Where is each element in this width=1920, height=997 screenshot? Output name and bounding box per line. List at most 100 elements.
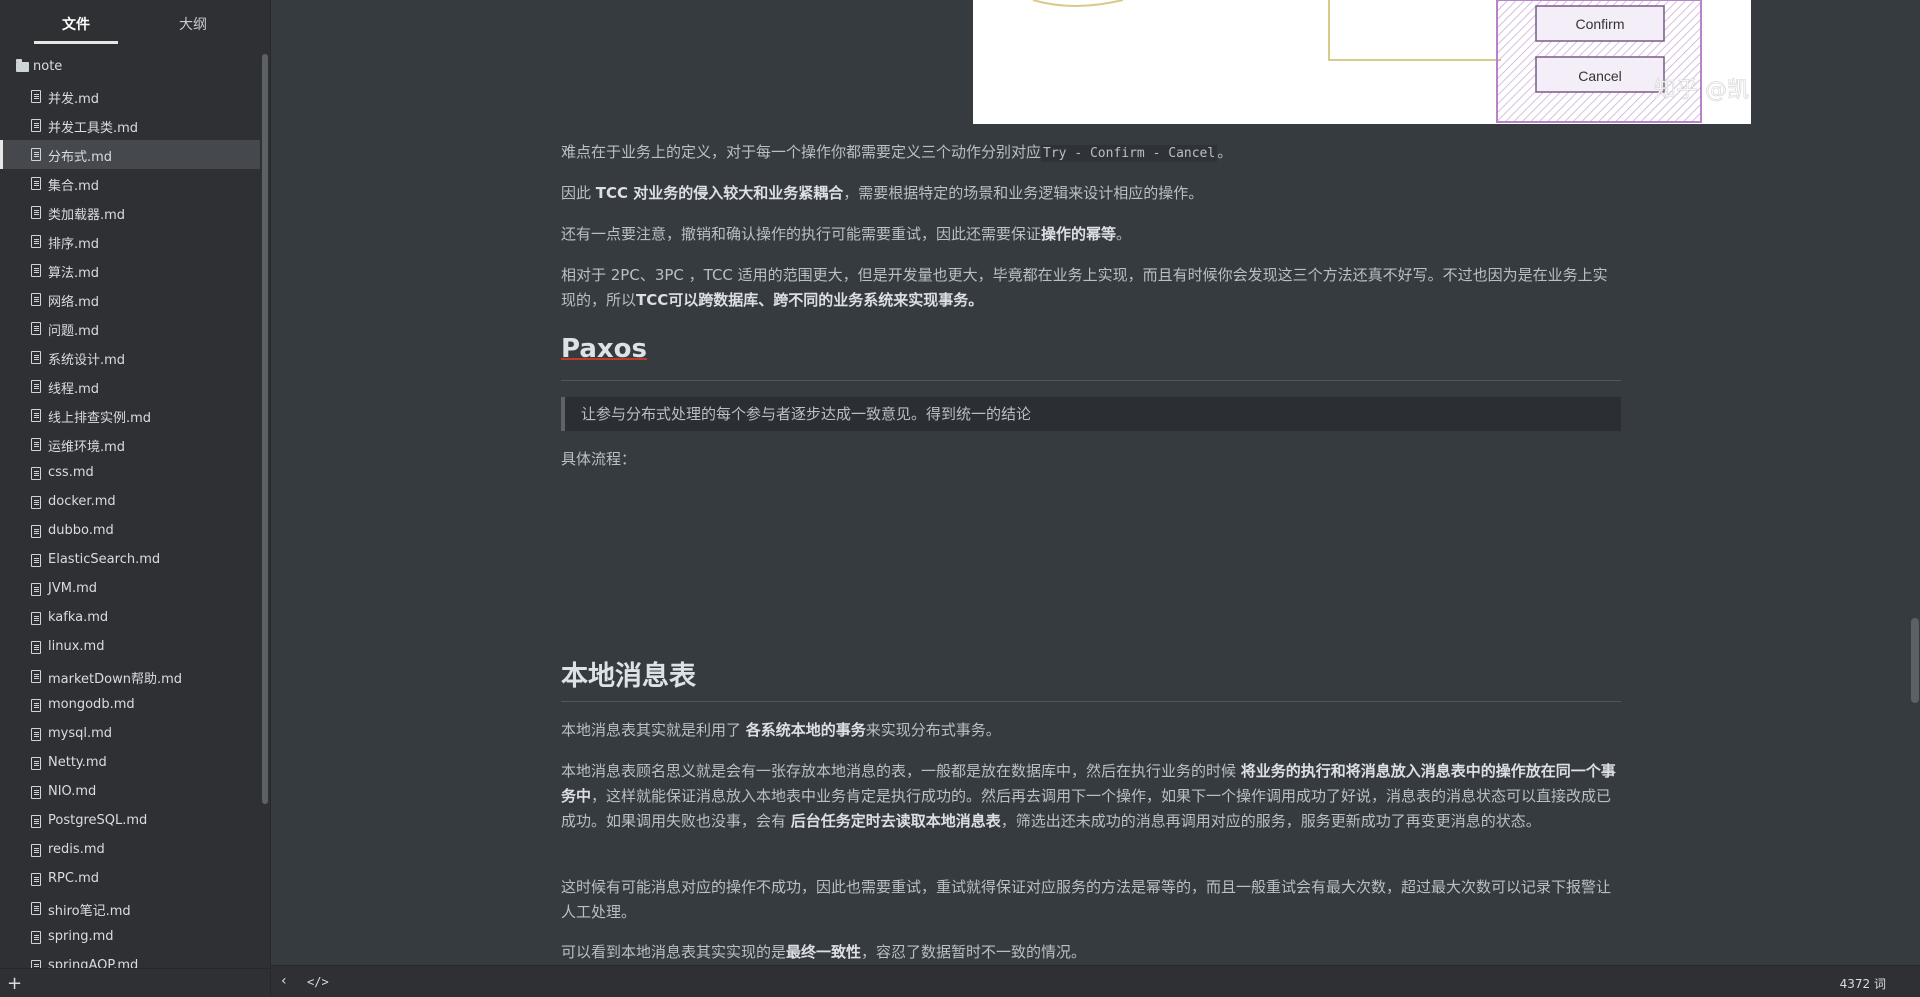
file-item[interactable]: 线程.md	[0, 372, 260, 401]
file-icon	[31, 206, 41, 219]
file-item-label: dubbo.md	[48, 523, 114, 538]
file-item[interactable]: NIO.md	[0, 778, 260, 807]
file-item[interactable]: 系统设计.md	[0, 343, 260, 372]
heading-paxos: Paxos	[561, 334, 648, 364]
file-item[interactable]: shiro笔记.md	[0, 894, 260, 923]
file-item[interactable]: 问题.md	[0, 314, 260, 343]
file-icon	[31, 467, 41, 480]
file-item[interactable]: 分布式.md	[0, 140, 260, 169]
folder-icon	[16, 59, 29, 72]
file-item[interactable]: 排序.md	[0, 227, 260, 256]
chevron-left-icon[interactable]: ‹	[281, 973, 287, 989]
file-item[interactable]: RPC.md	[0, 865, 260, 894]
file-icon	[31, 496, 41, 509]
app-window: 文件 大纲 note 并发.md 并发工具类.md 分布式.md 集合.md 类加载器.…	[0, 0, 1920, 997]
active-tab-indicator	[34, 41, 118, 44]
file-item-label: 网络.md	[48, 295, 100, 310]
file-item-label: 排序.md	[48, 237, 100, 252]
file-icon	[31, 728, 41, 741]
file-item-label: mongodb.md	[48, 697, 135, 712]
file-item-label: docker.md	[48, 494, 116, 509]
file-item-label: NIO.md	[48, 784, 97, 799]
p5-text: 本地消息表其实就是利用了	[561, 721, 746, 739]
diagram-connector	[1328, 0, 1501, 61]
file-item-label: 并发.md	[48, 92, 100, 107]
tab-outline[interactable]: 大纲	[151, 14, 235, 34]
p8-text: 可以看到本地消息表其实实现的是	[561, 943, 787, 961]
file-item[interactable]: 网络.md	[0, 285, 260, 314]
editor-area[interactable]: Confirm Cancel 知乎 @凯 难点在于业务上的定义，对于每一个操作你…	[271, 0, 1920, 965]
file-item[interactable]: Netty.md	[0, 749, 260, 778]
file-item[interactable]: PostgreSQL.md	[0, 807, 260, 836]
file-item[interactable]: springAOP.md	[0, 952, 260, 968]
editor-scrollbar[interactable]	[1911, 618, 1919, 703]
file-item[interactable]: 算法.md	[0, 256, 260, 285]
file-tree: note 并发.md 并发工具类.md 分布式.md 集合.md 类加载器.md 排序.m…	[0, 53, 260, 968]
diagram-cancel-label: Cancel	[1578, 68, 1622, 84]
paragraph-tcc-scope: 相对于 2PC、3PC ，TCC 适用的范围更大，但是开发量也更大，毕竟都在业务…	[561, 263, 1621, 313]
tab-files[interactable]: 文件	[34, 14, 118, 34]
status-bar: ‹ </> 4372 词	[271, 965, 1920, 997]
file-icon	[31, 525, 41, 538]
tree-folder-note[interactable]: note	[0, 53, 260, 81]
word-count: 4372 词	[1839, 977, 1886, 991]
file-item[interactable]: 集合.md	[0, 169, 260, 198]
heading-local-rule	[561, 701, 1621, 702]
file-icon	[31, 409, 41, 422]
plus-icon[interactable]: +	[7, 975, 22, 993]
file-item[interactable]: kafka.md	[0, 604, 260, 633]
file-icon	[31, 960, 41, 968]
file-icon	[31, 786, 41, 799]
file-item[interactable]: 类加载器.md	[0, 198, 260, 227]
file-item-label: RPC.md	[48, 871, 99, 886]
file-item[interactable]: JVM.md	[0, 575, 260, 604]
file-item[interactable]: 并发工具类.md	[0, 111, 260, 140]
paragraph-local-detail: 本地消息表顾名思义就是会有一张存放本地消息的表，一般都是放在数据库中，然后在执行…	[561, 759, 1621, 834]
file-item[interactable]: mysql.md	[0, 720, 260, 749]
file-item[interactable]: spring.md	[0, 923, 260, 952]
file-item-label: springAOP.md	[48, 958, 139, 968]
file-icon	[31, 380, 41, 393]
file-item[interactable]: marketDown帮助.md	[0, 662, 260, 691]
sidebar: 文件 大纲 note 并发.md 并发工具类.md 分布式.md 集合.md 类加载器.…	[0, 0, 271, 997]
file-icon	[31, 119, 41, 132]
paragraph-eventual-consistency: 可以看到本地消息表其实实现的是最终一致性，容忍了数据暂时不一致的情况。	[561, 940, 1621, 965]
file-item-label: 运维环境.md	[48, 440, 126, 455]
p2-bold: TCC 对业务的侵入较大和业务紧耦合	[595, 184, 844, 202]
file-icon	[31, 322, 41, 335]
inline-code-try-confirm-cancel: Try - Confirm - Cancel	[1041, 145, 1218, 162]
paragraph-flow-label: 具体流程：	[561, 450, 637, 468]
file-item[interactable]: css.md	[0, 459, 260, 488]
file-icon	[31, 554, 41, 567]
p5-end: 来实现分布式事务。	[865, 721, 1001, 739]
file-item-label: 问题.md	[48, 324, 100, 339]
file-item-label: PostgreSQL.md	[48, 813, 148, 828]
file-item[interactable]: mongodb.md	[0, 691, 260, 720]
sidebar-scrollbar[interactable]	[262, 54, 268, 804]
file-icon	[31, 264, 41, 277]
p6-end: ，筛选出还未成功的消息再调用对应的服务，服务更新成功了再变更消息的状态。	[1000, 812, 1541, 830]
p1-end: 。	[1217, 143, 1233, 161]
file-item[interactable]: dubbo.md	[0, 517, 260, 546]
file-icon	[31, 351, 41, 364]
file-icon	[31, 641, 41, 654]
file-item[interactable]: redis.md	[0, 836, 260, 865]
p2-end: ，需要根据特定的场景和业务逻辑来设计相应的操作。	[843, 184, 1204, 202]
file-item[interactable]: 并发.md	[0, 82, 260, 111]
file-item[interactable]: docker.md	[0, 488, 260, 517]
code-icon[interactable]: </>	[307, 975, 329, 989]
blockquote-paxos: 让参与分布式处理的每个参与者逐步达成一致意见。得到统一的结论	[561, 397, 1621, 431]
diagram-arc	[1032, 0, 1124, 7]
heading-local-message-table: 本地消息表	[561, 661, 696, 692]
file-item[interactable]: 线上排查实例.md	[0, 401, 260, 430]
file-item[interactable]: 运维环境.md	[0, 430, 260, 459]
file-item-label: shiro笔记.md	[48, 904, 131, 919]
file-item-label: 分布式.md	[48, 150, 113, 165]
paragraph-local-intro: 本地消息表其实就是利用了 各系统本地的事务来实现分布式事务。	[561, 718, 1621, 743]
file-item-label: 并发工具类.md	[48, 121, 139, 136]
file-item[interactable]: ElasticSearch.md	[0, 546, 260, 575]
file-item[interactable]: linux.md	[0, 633, 260, 662]
file-icon	[31, 148, 41, 161]
paragraph-tcc-definition: 难点在于业务上的定义，对于每一个操作你都需要定义三个动作分别对应 Try - Co…	[561, 140, 1621, 166]
p6-text: 本地消息表顾名思义就是会有一张存放本地消息的表，一般都是放在数据库中，然后在执行…	[561, 762, 1241, 780]
